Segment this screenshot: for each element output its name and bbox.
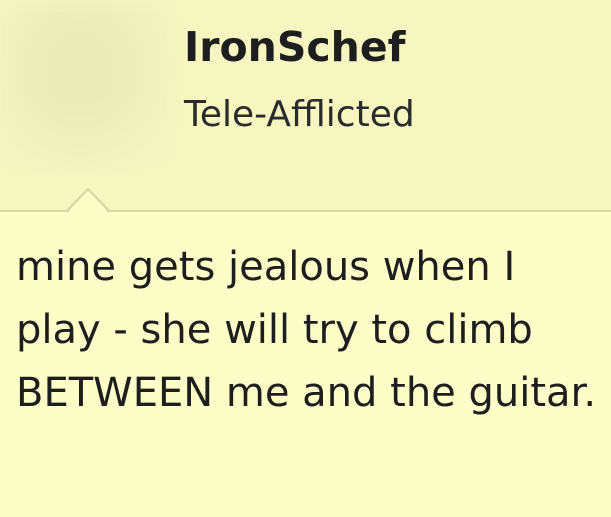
user-avatar[interactable] bbox=[0, 0, 178, 172]
author-username[interactable]: IronSchef bbox=[184, 23, 406, 71]
post-message: mine gets jealous when I play - she will… bbox=[16, 244, 597, 416]
forum-post: IronSchef Tele-Afflicted mine gets jealo… bbox=[0, 0, 611, 517]
author-user-title: Tele-Afflicted bbox=[184, 94, 415, 135]
post-author-header: IronSchef Tele-Afflicted bbox=[0, 0, 611, 212]
